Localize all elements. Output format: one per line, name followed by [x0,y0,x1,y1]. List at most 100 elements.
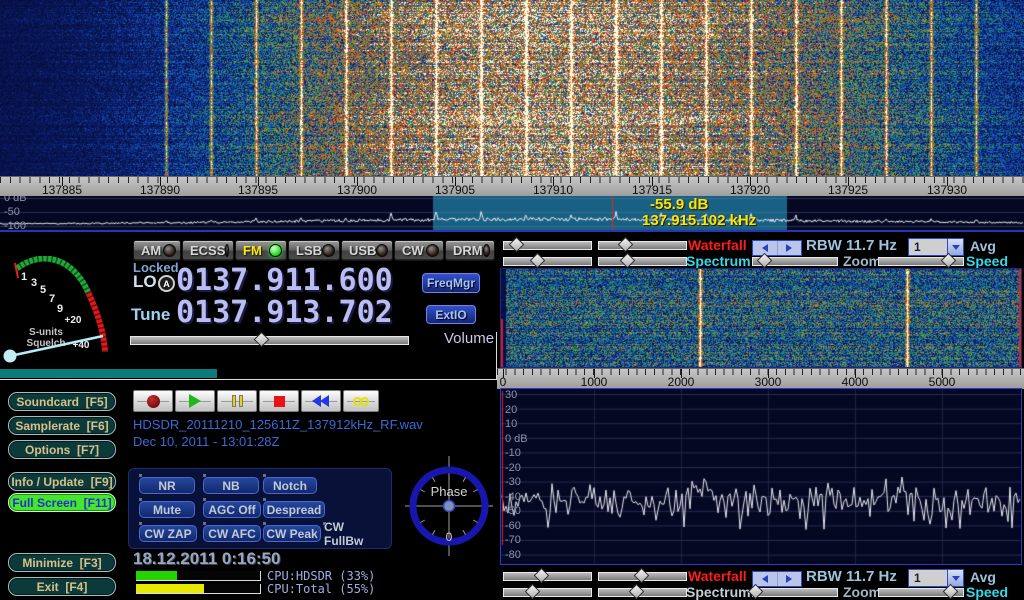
exit-button[interactable]: Exit [F4] [8,577,116,596]
af-frequency-scale[interactable]: 0 1000 2000 3000 4000 5000 [497,368,1024,389]
mode-button-fm[interactable]: FM [235,240,287,261]
playback-progress-bar[interactable] [0,369,217,378]
spectrum-label-bottom[interactable]: Spectrum [686,585,751,600]
slider-thumb[interactable] [620,253,636,269]
waterfall-label-bottom[interactable]: Waterfall [688,569,747,584]
af-spectrum[interactable]: 30 20 10 0 dB -10 -20 -30 -40 -50 -60 -7… [500,388,1022,565]
nr-button[interactable]: NR [139,477,195,494]
full-screen-button[interactable]: Full Screen [F11] [8,493,116,512]
left-arrow-icon [762,575,768,583]
options-button[interactable]: Options [F7] [8,440,116,459]
slider-thumb[interactable] [628,584,644,600]
mute-button[interactable]: Mute [139,501,195,518]
af-waterfall-canvas[interactable] [501,269,1021,367]
af-db-label: 0 dB [505,433,528,445]
loop-icon [353,397,369,406]
rewind-button[interactable] [301,390,341,412]
mode-button-cw[interactable]: CW [394,240,444,261]
avg-dropdown-top[interactable]: 1 [908,238,964,256]
cursor-readout: -55.9 dB 137.915.102 kHz [642,197,756,229]
pause-button[interactable] [217,390,257,412]
speed-slider-bottom[interactable] [878,588,964,597]
mode-label: AM [141,243,161,258]
play-button[interactable] [175,390,215,412]
mode-button-row: AM ECSS FM LSB USB CW DRM [133,240,495,261]
rf-frequency-scale[interactable]: 137885 137890 137895 137900 137905 13791… [0,176,1024,197]
phase-zero-label: 0 [446,530,453,544]
af-spectrum-canvas[interactable] [501,389,1021,564]
rf-spectrum-canvas[interactable] [0,196,1024,230]
hdsdr-window: 137885 137890 137895 137900 137905 13791… [0,0,1024,600]
spectrum-range-slider-top[interactable] [598,257,687,266]
waterfall-brightness-slider-bottom[interactable] [503,572,592,581]
zoom-slider-bottom[interactable] [752,588,838,597]
mode-led-icon [376,244,388,257]
mode-button-ecss[interactable]: ECSS [182,240,234,261]
cpu-hdsdr-fill [136,571,177,580]
volume-slider[interactable] [130,336,409,345]
soundcard-button[interactable]: Soundcard [F5] [8,392,116,411]
panel-divider-line [0,379,497,380]
waterfall-brightness-slider-top[interactable] [503,241,592,250]
volume-slider-thumb[interactable] [254,332,270,348]
cw-peak-button[interactable]: CW Peak [263,525,321,542]
rf-spectrum[interactable]: 0 dB -50 -100 -55.9 dB 137.915.102 kHz [0,196,1024,232]
mode-button-am[interactable]: AM [133,240,181,261]
right-arrow-icon [786,244,792,252]
cpu-hdsdr-bar [136,571,261,581]
slider-thumb[interactable] [525,584,541,600]
waterfall-contrast-slider-top[interactable] [598,241,687,250]
samplerate-button[interactable]: Samplerate [F6] [8,416,116,435]
zoom-slider-top[interactable] [752,257,838,266]
spectrum-gain-slider-bottom[interactable] [503,588,592,597]
slider-thumb[interactable] [618,237,634,253]
af-db-label: 10 [505,418,517,430]
cw-zap-button[interactable]: CW ZAP [139,525,197,542]
slider-thumb[interactable] [530,253,546,269]
spectrum-label-top[interactable]: Spectrum [686,254,751,269]
cw-fullbw-button[interactable]: CW FullBw [323,525,387,542]
nb-button[interactable]: NB [203,477,259,494]
speed-slider-top[interactable] [878,257,964,266]
af-db-label: 30 [505,389,517,401]
dropdown-button[interactable] [947,239,963,255]
mode-button-usb[interactable]: USB [341,240,393,261]
loop-button[interactable] [343,390,379,412]
af-waterfall[interactable] [500,268,1022,368]
rf-scale-label: 137905 [425,183,485,197]
rf-scale-label: 137930 [917,183,977,197]
slider-thumb[interactable] [533,568,549,584]
lo-frequency-display[interactable]: 0137.911.600 [176,266,393,296]
avg-dropdown-bottom[interactable]: 1 [908,569,964,587]
rbw-increase-button[interactable] [777,572,802,586]
af-scale-label: 5000 [912,375,972,389]
agc-button[interactable]: AGC Off [203,501,261,518]
spectrum-range-slider-bottom[interactable] [598,588,687,597]
cw-afc-button[interactable]: CW AFC [203,525,261,542]
freqmgr-button[interactable]: FreqMgr [422,273,480,293]
s-meter-number: 1 [21,271,27,283]
rbw-increase-button[interactable] [777,241,802,255]
slider-thumb[interactable] [509,237,525,253]
rbw-spinner-top [752,240,802,256]
mode-button-drm[interactable]: DRM [445,240,495,261]
record-button[interactable] [133,390,173,412]
waterfall-contrast-slider-bottom[interactable] [598,572,687,581]
play-icon [189,394,201,408]
tune-frequency-display[interactable]: 0137.913.702 [176,298,393,328]
extio-button[interactable]: ExtIO [426,305,476,324]
info-update-button[interactable]: Info / Update [F9] [8,472,116,491]
slider-thumb[interactable] [633,568,649,584]
spectrum-gain-slider-top[interactable] [503,257,592,266]
lo-auto-badge[interactable]: A [158,275,175,292]
despread-button[interactable]: Despread [263,501,325,518]
notch-button[interactable]: Notch [263,477,317,494]
rf-scale-label: 137900 [327,183,387,197]
waterfall-label-top[interactable]: Waterfall [688,238,747,253]
stop-button[interactable] [259,390,299,412]
af-db-label: -30 [505,476,521,488]
mode-button-lsb[interactable]: LSB [288,240,340,261]
af-db-label: -10 [505,447,521,459]
minimize-button[interactable]: Minimize [F3] [8,553,116,572]
rf-waterfall-canvas[interactable] [0,0,1024,176]
